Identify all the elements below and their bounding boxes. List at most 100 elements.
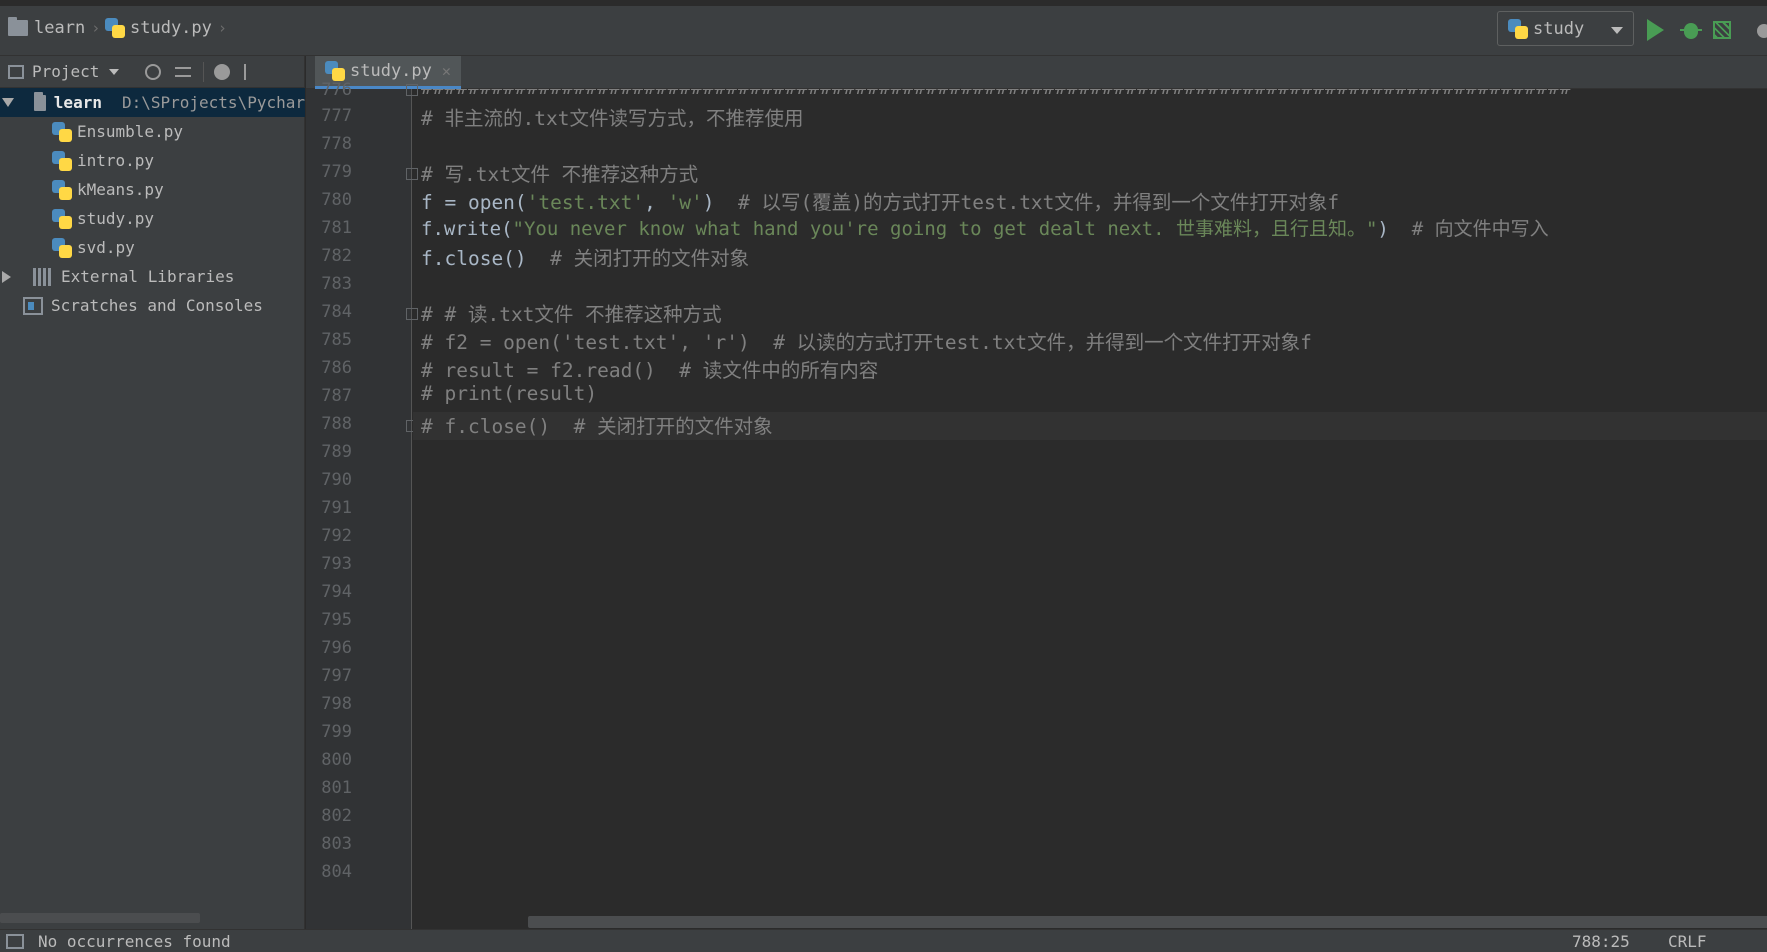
run-icon[interactable] — [1647, 19, 1664, 41]
code-token: ) — [1377, 218, 1412, 240]
chevron-down-icon — [1611, 27, 1623, 34]
line-number: 785 — [321, 330, 352, 350]
breadcrumb-file-label: study.py — [130, 18, 212, 38]
library-icon — [33, 267, 53, 286]
line-number: 796 — [321, 638, 352, 658]
editor-tab-bar: study.py ✕ — [306, 56, 1767, 89]
code-line: # print(result) — [421, 382, 598, 405]
status-bar: No occurrences found 788:25 CRLF — [0, 929, 1767, 952]
code-line: # result = f2.read() # 读文件中的所有内容 — [421, 359, 879, 382]
line-number: 797 — [321, 666, 352, 686]
code-line: f.write("You never know what hand you're… — [421, 214, 1549, 241]
chevron-right-icon: › — [91, 19, 101, 37]
project-view-icon — [8, 64, 24, 79]
breadcrumb-project[interactable]: learn › — [8, 17, 101, 38]
line-number: 803 — [321, 834, 352, 854]
python-file-icon — [52, 121, 72, 142]
line-number: 788 — [321, 414, 352, 434]
line-number: 786 — [321, 358, 352, 378]
tree-item-file[interactable]: Ensumble.py — [0, 117, 305, 146]
line-number: 793 — [321, 554, 352, 574]
string-token: "You never know what hand you're going t… — [512, 218, 1378, 240]
run-configuration-label: study — [1533, 18, 1585, 39]
line-number: 799 — [321, 722, 352, 742]
expand-arrow-icon[interactable] — [2, 270, 11, 283]
breadcrumb-project-label: learn — [34, 18, 86, 38]
code-line: ########################################… — [421, 89, 1572, 99]
debug-icon[interactable] — [1680, 19, 1702, 41]
folder-icon — [34, 91, 46, 111]
editor-area: study.py ✕ 776 777 778 779 780 781 782 7… — [306, 56, 1767, 929]
python-file-icon — [325, 61, 345, 81]
scratches-icon — [23, 296, 43, 315]
gear-icon[interactable] — [214, 63, 231, 80]
line-number: 780 — [321, 190, 352, 210]
line-number: 800 — [321, 750, 352, 770]
line-number: 784 — [321, 302, 352, 322]
file-name: study.py — [77, 209, 155, 228]
folder-icon — [8, 17, 28, 36]
collapse-all-icon[interactable] — [175, 66, 192, 77]
tree-item-file[interactable]: study.py — [0, 204, 305, 233]
code-line: # f2 = open('test.txt', 'r') # 以读的方式打开te… — [421, 331, 1312, 354]
line-separator[interactable]: CRLF — [1668, 932, 1707, 951]
python-file-icon — [52, 237, 72, 258]
python-icon — [1508, 18, 1528, 39]
line-number: 789 — [321, 442, 352, 462]
tree-item-scratches[interactable]: Scratches and Consoles — [0, 291, 305, 320]
comment-token: # 以写(覆盖)的方式打开test.txt文件，并得到一个文件打开对象f — [738, 191, 1340, 214]
code-line: # 写.txt文件 不推荐这种方式 — [421, 163, 699, 186]
chevron-down-icon[interactable] — [109, 68, 120, 75]
tree-item-file[interactable]: kMeans.py — [0, 175, 305, 204]
locate-file-icon[interactable] — [145, 63, 162, 80]
tree-item-root[interactable]: learn D:\SProjects\Pychar — [0, 88, 305, 117]
project-view-selector[interactable]: Project — [32, 62, 99, 81]
comment-token: # 关闭打开的文件对象 — [550, 247, 750, 270]
breadcrumb-file[interactable]: study.py › — [105, 18, 227, 38]
run-configuration-select[interactable]: study — [1497, 11, 1634, 46]
python-file-icon — [105, 18, 125, 38]
code-line: # f.close() # 关闭打开的文件对象 — [421, 415, 773, 438]
line-number-gutter: 776 777 778 779 780 781 782 783 784 785 … — [306, 80, 418, 929]
line-number: 781 — [321, 218, 352, 238]
line-number: 791 — [321, 498, 352, 518]
tool-windows-icon[interactable] — [6, 934, 24, 949]
line-number: 795 — [321, 610, 352, 630]
chevron-right-icon: › — [217, 19, 227, 37]
navigation-bar: learn › study.py › study — [0, 0, 1767, 56]
code-token: ) — [702, 191, 739, 214]
tree-item-label: Scratches and Consoles — [51, 296, 263, 315]
line-number: 804 — [321, 862, 352, 882]
project-panel-header: Project — [0, 56, 304, 88]
line-number: 790 — [321, 470, 352, 490]
line-number: 783 — [321, 274, 352, 294]
tree-item-label: External Libraries — [61, 267, 235, 286]
close-icon[interactable] — [1757, 24, 1767, 38]
line-number: 802 — [321, 806, 352, 826]
file-name: svd.py — [77, 238, 135, 257]
python-file-icon — [52, 179, 72, 200]
line-number: 792 — [321, 526, 352, 546]
horizontal-scrollbar[interactable] — [0, 913, 200, 923]
file-name: Ensumble.py — [77, 122, 183, 141]
horizontal-scrollbar[interactable] — [528, 916, 1767, 928]
python-file-icon — [52, 150, 72, 171]
tree-root-path: D:\SProjects\Pychar — [121, 93, 305, 112]
file-name: intro.py — [77, 151, 155, 170]
line-number: 794 — [321, 582, 352, 602]
line-number: 778 — [321, 134, 352, 154]
expand-arrow-icon[interactable] — [2, 98, 14, 107]
tree-root-name: learn — [53, 93, 102, 112]
tree-item-external-libraries[interactable]: External Libraries — [0, 262, 305, 291]
caret-position[interactable]: 788:25 — [1572, 932, 1630, 951]
line-number: 798 — [321, 694, 352, 714]
run-with-coverage-icon[interactable] — [1713, 19, 1735, 41]
code-area[interactable]: ########################################… — [413, 89, 1767, 929]
hide-panel-icon[interactable] — [244, 63, 258, 80]
code-token: , — [644, 191, 668, 214]
line-number: 777 — [321, 106, 352, 126]
tree-item-file[interactable]: svd.py — [0, 233, 305, 262]
close-tab-icon[interactable]: ✕ — [442, 62, 451, 80]
tree-item-file[interactable]: intro.py — [0, 146, 305, 175]
code-line: f.close() # 关闭打开的文件对象 — [421, 242, 749, 271]
